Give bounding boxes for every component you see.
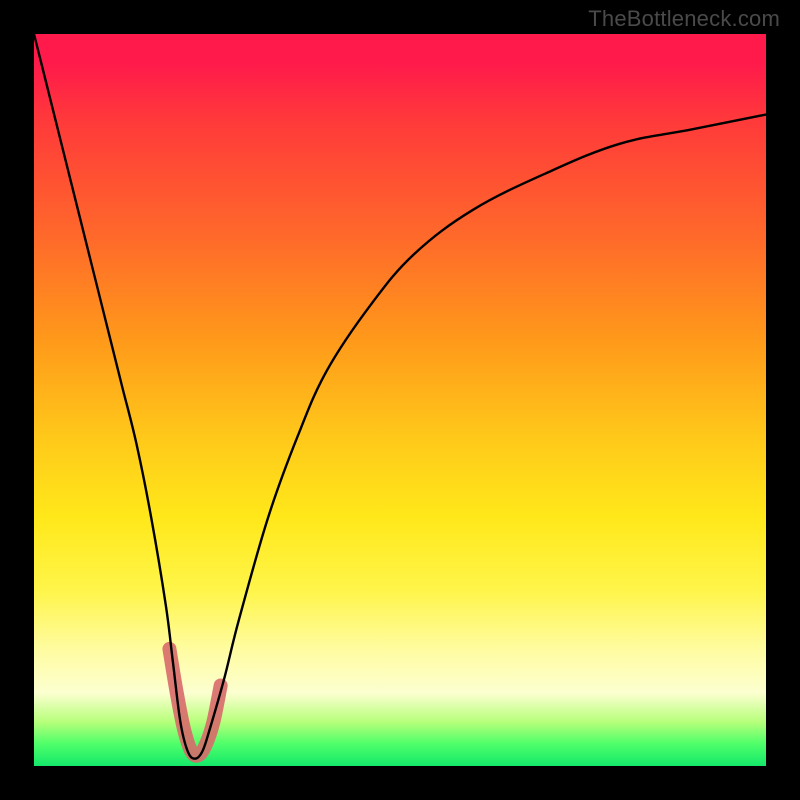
watermark-text: TheBottleneck.com xyxy=(588,6,780,32)
bottleneck-curve xyxy=(34,34,766,759)
chart-frame: TheBottleneck.com xyxy=(0,0,800,800)
curve-layer xyxy=(34,34,766,766)
plot-area xyxy=(34,34,766,766)
